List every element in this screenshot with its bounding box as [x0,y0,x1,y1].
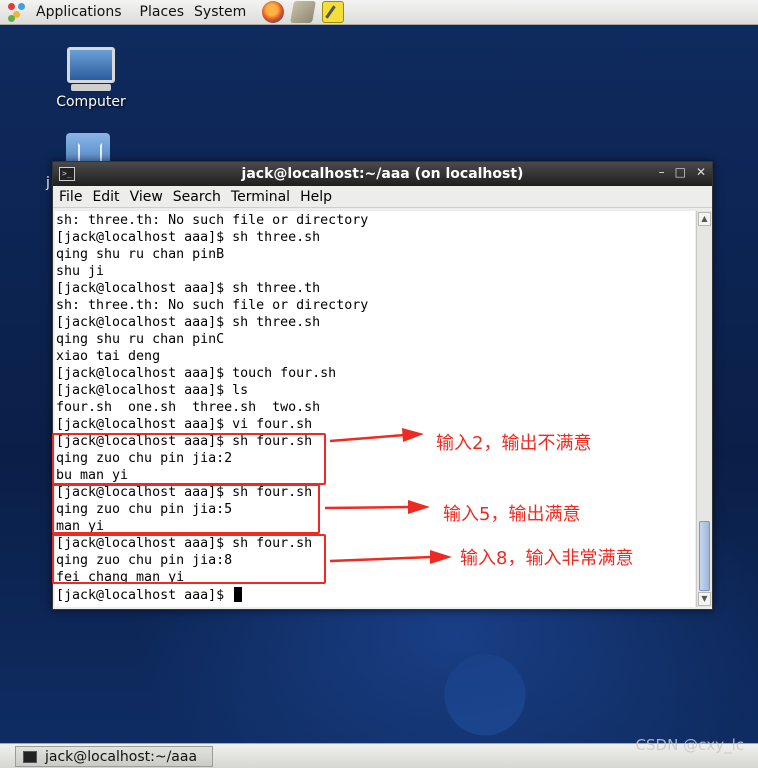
firefox-icon[interactable] [262,1,285,23]
menu-file[interactable]: File [59,189,82,205]
computer-desktop-icon[interactable]: Computer [52,47,130,110]
terminal-line: qing shu ru chan pinB [56,247,225,262]
terminal-line: [jack@localhost aaa]$ sh three.sh [56,315,321,330]
maximize-button[interactable]: □ [675,165,686,179]
terminal-prompt-line[interactable]: [jack@localhost aaa]$ [55,587,695,604]
prompt: [jack@localhost aaa]$ [56,588,233,603]
annotation-box-3 [52,534,326,584]
scroll-up-icon[interactable]: ▲ [698,212,711,226]
gnome-foot-icon[interactable] [6,1,28,23]
minimize-button[interactable]: – [659,165,665,179]
taskbar-terminal-button[interactable]: jack@localhost:~/aaa [15,746,213,767]
annotation-box-2 [52,484,320,534]
terminal-line: [jack@localhost aaa]$ touch four.sh [56,366,337,381]
menu-search[interactable]: Search [173,189,221,205]
terminal-titlebar[interactable]: >_ jack@localhost:~/aaa (on localhost) –… [53,162,712,186]
menu-view[interactable]: View [130,189,163,205]
menu-help[interactable]: Help [300,189,332,205]
taskbar-label: jack@localhost:~/aaa [45,748,198,765]
text-cursor [234,587,243,602]
annotation-text-2: 输入5，输出满意 [443,504,581,525]
annotation-text-1: 输入2，输出不满意 [436,433,592,454]
scroll-down-icon[interactable]: ▼ [698,592,711,606]
terminal-line: xiao tai deng [56,349,161,364]
terminal-line: [jack@localhost aaa]$ ls [56,383,249,398]
computer-icon [67,47,115,83]
menu-terminal[interactable]: Terminal [231,189,290,205]
applications-menu[interactable]: Applications [34,4,130,20]
terminal-line: sh: three.th: No such file or directory [56,298,369,313]
home-folder-label: j [46,175,50,191]
terminal-scrollbar[interactable]: ▲ ▼ [696,211,712,607]
annotation-box-1 [52,433,326,485]
annotation-text-3: 输入8，输入非常满意 [460,548,634,569]
terminal-line: [jack@localhost aaa]$ vi four.sh [56,417,313,432]
computer-label: Computer [56,94,126,110]
top-panel: Applications Places System [0,0,758,25]
terminal-line: sh: three.th: No such file or directory [56,213,369,228]
terminal-line: [jack@localhost aaa]$ sh three.sh [56,230,321,245]
watermark: CSDN @cxy_lc [635,736,744,754]
close-button[interactable]: ✕ [696,165,706,179]
notes-icon[interactable] [322,1,345,23]
terminal-line: four.sh one.sh three.sh two.sh [56,400,321,415]
network-icon[interactable] [290,1,317,23]
terminal-icon: >_ [59,167,75,181]
places-menu[interactable]: Places [130,4,193,20]
system-menu[interactable]: System [192,4,254,20]
terminal-line: [jack@localhost aaa]$ sh three.th [56,281,321,296]
window-title: jack@localhost:~/aaa (on localhost) [241,166,524,182]
scroll-thumb[interactable] [699,521,710,591]
terminal-line: qing shu ru chan pinC [56,332,225,347]
menu-edit[interactable]: Edit [92,189,119,205]
terminal-task-icon [23,750,37,763]
terminal-line: shu ji [56,264,105,279]
terminal-menubar: File Edit View Search Terminal Help [53,186,712,208]
